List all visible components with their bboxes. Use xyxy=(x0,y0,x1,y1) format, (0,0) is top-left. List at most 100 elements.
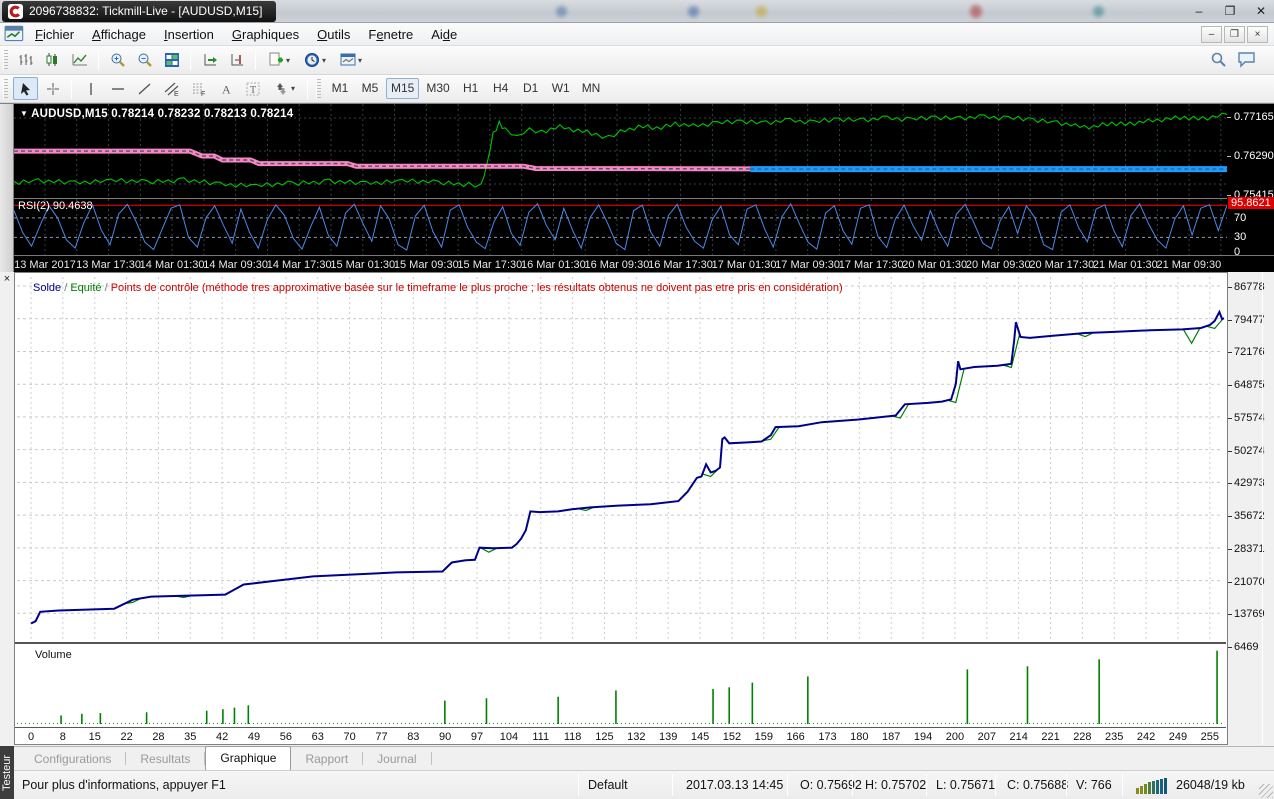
trade-axis-label: 145 xyxy=(682,731,718,743)
balance-tick xyxy=(1228,352,1232,353)
arrows-icon[interactable]: ▾ xyxy=(267,77,301,100)
tester-graph-box[interactable]: Solde / Equité / Points de contrôle (mét… xyxy=(14,272,1227,745)
timeframe-d1[interactable]: D1 xyxy=(517,78,545,99)
periods-icon[interactable]: ▾ xyxy=(298,49,332,72)
chart-area: ▼ AUDUSD,M15 0.78214 0.78232 0.78213 0.7… xyxy=(0,103,1274,272)
toolbar-grip[interactable] xyxy=(3,79,8,99)
fibonacci-icon[interactable]: F xyxy=(186,77,211,100)
balance-tick xyxy=(1228,418,1232,419)
menu-outils[interactable]: Outils xyxy=(308,24,359,45)
menu-fichier[interactable]: Fichier xyxy=(26,24,83,45)
tab-configurations[interactable]: Configurations xyxy=(20,748,125,771)
trade-axis-label: 249 xyxy=(1160,731,1196,743)
balance-tick xyxy=(1228,582,1232,583)
tester-vertical-tab[interactable]: Testeur xyxy=(0,746,14,799)
titlebar: 2096738832: Tickmill-Live - [AUDUSD,M15]… xyxy=(0,0,1274,23)
time-axis[interactable]: 13 Mar 201713 Mar 17:3014 Mar 01:3014 Ma… xyxy=(0,255,1274,273)
timeframe-m5[interactable]: M5 xyxy=(356,78,384,99)
toolbar-grip[interactable] xyxy=(316,79,321,99)
tab-rapport[interactable]: Rapport xyxy=(291,748,362,771)
status-profile[interactable]: Default xyxy=(588,778,628,792)
menu-affichage[interactable]: Affichage xyxy=(83,24,155,45)
chart-shift-icon[interactable] xyxy=(224,49,249,72)
tab-resultats[interactable]: Resultats xyxy=(126,748,204,771)
maximize-button[interactable]: ❐ xyxy=(1217,2,1243,20)
window-left-edge xyxy=(0,104,14,273)
resize-grip[interactable] xyxy=(1259,784,1273,798)
trade-axis-label: 77 xyxy=(363,731,399,743)
line-chart-icon[interactable] xyxy=(67,49,92,72)
ohlc-bars-icon[interactable] xyxy=(13,49,38,72)
cursor-icon[interactable] xyxy=(13,77,38,100)
balance-scale[interactable]: 8677879477721766487557574502744297335672… xyxy=(1227,272,1274,745)
search-icon[interactable] xyxy=(1210,51,1227,68)
chat-icon[interactable] xyxy=(1237,51,1256,68)
menu-items: FichierAffichageInsertionGraphiquesOutil… xyxy=(26,24,466,45)
mdi-restore-button[interactable]: ❐ xyxy=(1224,26,1245,43)
zoom-out-icon[interactable] xyxy=(132,49,157,72)
menu-fenetre[interactable]: Fenetre xyxy=(359,24,422,45)
menu-graphiques[interactable]: Graphiques xyxy=(223,24,308,45)
tab-journal[interactable]: Journal xyxy=(363,748,430,771)
zoom-in-icon[interactable] xyxy=(105,49,130,72)
tester-close-icon[interactable]: × xyxy=(1,274,13,286)
pane-separator[interactable] xyxy=(14,198,1274,199)
timeframe-mn[interactable]: MN xyxy=(577,78,606,99)
chevron-down-icon[interactable]: ▼ xyxy=(20,109,28,118)
candlestick-icon[interactable] xyxy=(40,49,65,72)
trade-axis-label: 125 xyxy=(586,731,622,743)
toolbar-line-studies: E F A T ▾ M1M5M15M30H1H4D1W1MN xyxy=(0,75,1274,103)
balance-tick xyxy=(1228,287,1232,288)
minimize-button[interactable]: – xyxy=(1186,2,1212,20)
vline-icon[interactable] xyxy=(78,77,103,100)
hline-icon[interactable] xyxy=(105,77,130,100)
menu-aide[interactable]: Aide xyxy=(422,24,466,45)
rsi-scale-label: 30 xyxy=(1234,231,1246,243)
chart-window-icon xyxy=(4,25,26,43)
trade-axis-label: 8 xyxy=(45,731,81,743)
trade-axis-label: 0 xyxy=(13,731,49,743)
trade-axis-label: 28 xyxy=(140,731,176,743)
crosshair-icon[interactable] xyxy=(40,77,65,100)
trade-axis-label: 255 xyxy=(1192,731,1228,743)
channel-icon[interactable]: E xyxy=(159,77,184,100)
close-button[interactable]: ✕ xyxy=(1248,2,1274,20)
price-tick xyxy=(1227,156,1231,157)
timeframe-m1[interactable]: M1 xyxy=(326,78,354,99)
rsi-indicator-chart[interactable] xyxy=(14,199,1227,255)
balance-scale-label: 6469 xyxy=(1234,641,1258,653)
trendline-icon[interactable] xyxy=(132,77,157,100)
legend-solde: Solde xyxy=(33,282,61,294)
balance-tick xyxy=(1228,549,1232,550)
tab-graphique[interactable]: Graphique xyxy=(205,746,291,771)
volume-graph[interactable] xyxy=(15,644,1226,727)
chart-ohlc-header: ▼ AUDUSD,M15 0.78214 0.78232 0.78213 0.7… xyxy=(20,108,293,120)
status-low: L: 0.75671 xyxy=(936,778,995,792)
timeframe-w1[interactable]: W1 xyxy=(547,78,575,99)
mdi-close-button[interactable]: × xyxy=(1247,26,1268,43)
trade-axis-label: 56 xyxy=(268,731,304,743)
timeframe-buttons: M1M5M15M30H1H4D1W1MN xyxy=(325,78,606,99)
timeframe-h1[interactable]: H1 xyxy=(457,78,485,99)
timeframe-h4[interactable]: H4 xyxy=(487,78,515,99)
label-icon[interactable]: T xyxy=(240,77,265,100)
rsi-value-label: RSI(2) 90.4638 xyxy=(18,200,93,212)
toolbar-separator xyxy=(255,50,256,70)
trade-axis-label: 90 xyxy=(427,731,463,743)
mdi-minimize-button[interactable]: – xyxy=(1201,26,1222,43)
balance-tick xyxy=(1228,320,1232,321)
toolbar-grip[interactable] xyxy=(3,50,8,70)
text-icon[interactable]: A xyxy=(213,77,238,100)
timeframe-m30[interactable]: M30 xyxy=(421,78,454,99)
symbol-ohlc-text: AUDUSD,M15 0.78214 0.78232 0.78213 0.782… xyxy=(31,108,293,120)
trade-axis-label: 235 xyxy=(1096,731,1132,743)
balance-scale-label: 35672 xyxy=(1234,510,1265,522)
balance-graph[interactable] xyxy=(15,273,1226,642)
templates-icon[interactable]: ▾ xyxy=(334,49,368,72)
trade-axis-label: 83 xyxy=(395,731,431,743)
tile-windows-icon[interactable] xyxy=(159,49,184,72)
timeframe-m15[interactable]: M15 xyxy=(386,78,419,99)
menu-insertion[interactable]: Insertion xyxy=(155,24,223,45)
auto-scroll-icon[interactable] xyxy=(197,49,222,72)
new-order-icon[interactable]: ▾ xyxy=(262,49,296,72)
